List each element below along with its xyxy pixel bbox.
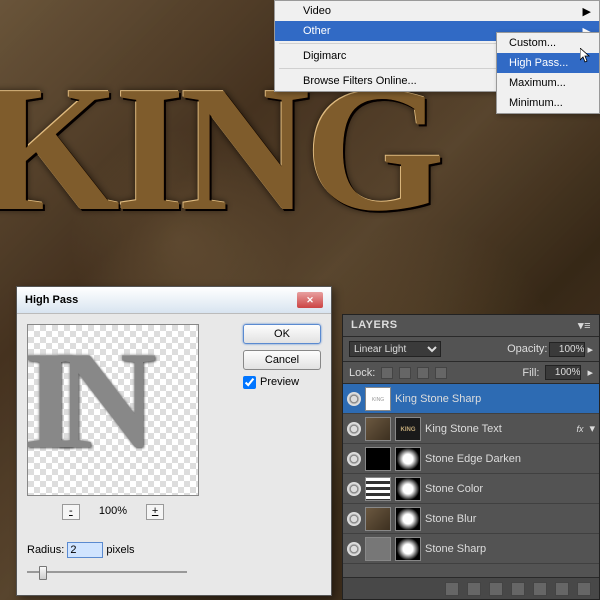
layer-row[interactable]: Stone Edge Darken [343,444,599,474]
slider-thumb[interactable] [39,566,47,580]
visibility-icon[interactable] [347,542,361,556]
layer-name: Stone Sharp [425,543,595,555]
menu-label: Custom... [509,37,556,49]
menu-video[interactable]: Video ▶ [275,1,599,21]
opacity-label: Opacity: [507,343,547,355]
opacity-input[interactable] [549,342,585,357]
layer-thumb[interactable] [365,507,391,531]
layer-mask-thumb[interactable] [395,507,421,531]
lock-row: Lock: Fill: ▸ [343,362,599,384]
layer-mask-thumb[interactable] [395,537,421,561]
preview-area[interactable]: IN [27,324,199,496]
layer-thumb[interactable] [365,447,391,471]
ok-button[interactable]: OK [243,324,321,344]
new-layer-icon[interactable] [555,582,569,596]
layer-thumb[interactable] [365,537,391,561]
link-icon[interactable] [445,582,459,596]
layer-thumb[interactable]: KING [365,387,391,411]
trash-icon[interactable] [577,582,591,596]
layer-name: King Stone Sharp [395,393,595,405]
menu-label: Browse Filters Online... [303,75,417,87]
chevron-icon[interactable]: ▾ [589,422,595,435]
layer-name: Stone Edge Darken [425,453,595,465]
zoom-level: 100% [99,505,127,517]
chevron-icon[interactable]: ▸ [587,343,593,356]
preview-content: IN [27,324,135,481]
blend-row: Linear Light Opacity: ▸ [343,337,599,362]
radius-input[interactable] [67,542,103,558]
layer-row[interactable]: Stone Color [343,474,599,504]
fx-badge[interactable]: fx [576,424,583,434]
menu-label: Other [303,25,331,37]
layer-name: Stone Color [425,483,595,495]
submenu-maximum[interactable]: Maximum... [497,73,599,93]
fx-icon[interactable] [467,582,481,596]
mask-icon[interactable] [489,582,503,596]
slider-track [27,571,187,573]
preview-label: Preview [260,376,299,388]
lock-all-icon[interactable] [435,367,447,379]
zoom-out-button[interactable]: - [62,504,80,520]
button-column: OK Cancel Preview [243,324,321,389]
radius-control: Radius: pixels [27,542,135,558]
cursor-icon [580,48,592,64]
layer-name: Stone Blur [425,513,595,525]
layers-panel: LAYERS ▾≡ Linear Light Opacity: ▸ Lock: … [342,314,600,600]
lock-pixels-icon[interactable] [399,367,411,379]
adjustment-icon[interactable] [511,582,525,596]
close-button[interactable]: ✕ [297,292,323,308]
dialog-titlebar[interactable]: High Pass ✕ [17,287,331,314]
layer-row[interactable]: KING King Stone Text fx ▾ [343,414,599,444]
layer-row[interactable]: KING King Stone Sharp [343,384,599,414]
submenu-arrow-icon: ▶ [583,5,591,18]
dialog-title: High Pass [25,294,78,306]
layer-list: KING King Stone Sharp KING King Stone Te… [343,384,599,568]
layer-row[interactable]: Stone Sharp [343,534,599,564]
cancel-button[interactable]: Cancel [243,350,321,370]
visibility-icon[interactable] [347,422,361,436]
layer-thumb[interactable] [365,417,391,441]
radius-label: Radius: [27,544,64,556]
fill-label: Fill: [522,367,539,379]
menu-label: Minimum... [509,97,563,109]
visibility-icon[interactable] [347,512,361,526]
lock-label: Lock: [349,367,375,379]
layers-tab-label: LAYERS [351,319,398,332]
layers-footer [343,577,599,599]
layer-thumb[interactable] [365,477,391,501]
layer-row[interactable]: Stone Blur [343,504,599,534]
visibility-icon[interactable] [347,482,361,496]
layer-mask-thumb[interactable] [395,447,421,471]
menu-label: Maximum... [509,77,566,89]
zoom-in-button[interactable]: + [146,504,164,520]
radius-slider[interactable] [27,566,187,578]
menu-label: Digimarc [303,50,346,62]
dialog-body: IN - 100% + OK Cancel Preview Radius: pi… [17,314,331,598]
visibility-icon[interactable] [347,392,361,406]
layers-tab[interactable]: LAYERS ▾≡ [343,315,599,337]
other-submenu: Custom... High Pass... Maximum... Minimu… [496,32,600,114]
preview-checkbox[interactable]: Preview [243,376,299,388]
menu-label: Video [303,5,331,17]
layer-mask-thumb[interactable] [395,477,421,501]
radius-unit: pixels [106,544,134,556]
layer-mask-thumb[interactable]: KING [395,417,421,441]
fill-input[interactable] [545,365,581,380]
lock-position-icon[interactable] [417,367,429,379]
blend-mode-select[interactable]: Linear Light [349,341,441,357]
high-pass-dialog: High Pass ✕ IN - 100% + OK Cancel Previe… [16,286,332,596]
submenu-minimum[interactable]: Minimum... [497,93,599,113]
panel-menu-icon[interactable]: ▾≡ [578,319,591,332]
visibility-icon[interactable] [347,452,361,466]
lock-transparency-icon[interactable] [381,367,393,379]
preview-check-input[interactable] [243,376,256,389]
group-icon[interactable] [533,582,547,596]
menu-label: High Pass... [509,57,568,69]
chevron-icon[interactable]: ▸ [587,366,593,379]
zoom-controls: - 100% + [27,504,199,520]
layer-name: King Stone Text [425,423,572,435]
